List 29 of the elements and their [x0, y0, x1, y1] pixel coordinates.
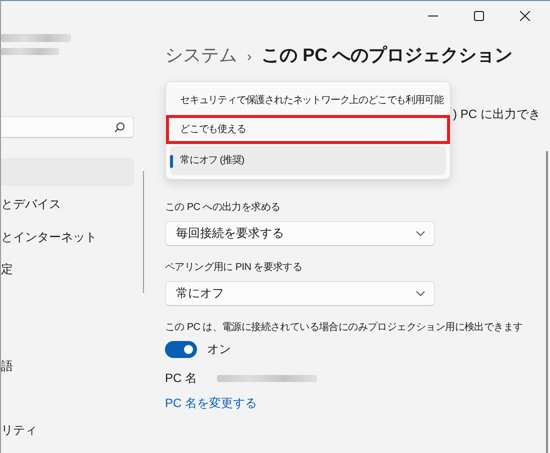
breadcrumb-parent[interactable]: システム	[165, 43, 237, 67]
setting-label: この PC は、電源に接続されている場合にのみプロジェクション用に検出できます	[165, 320, 524, 334]
menu-item[interactable]: 常にオフ (推奨)	[170, 146, 446, 175]
pc-name-label: PC 名	[165, 370, 198, 387]
nav-item[interactable]: 定	[1, 254, 134, 283]
toggle-state: オン	[207, 341, 231, 358]
nav-item[interactable]: 語	[1, 352, 134, 380]
breadcrumb-separator: ›	[247, 48, 252, 64]
menu-item[interactable]: どこでも使える	[170, 115, 446, 144]
nav-item[interactable]: とインターネット	[1, 222, 134, 251]
nav-item[interactable]: とデバイス	[1, 190, 134, 218]
rename-pc-link[interactable]: PC 名を変更する	[165, 395, 550, 412]
menu-item[interactable]: セキュリティで保護されたネットワーク上のどこでも利用可能	[170, 86, 446, 115]
setting-label: ) PC に出力でき	[453, 106, 540, 123]
blurred-text	[1, 48, 59, 55]
chevron-down-icon	[416, 231, 425, 236]
page-title: この PC へのプロジェクション	[262, 44, 513, 67]
setting-label: この PC への出力を求める	[165, 200, 282, 214]
close-icon[interactable]	[520, 11, 530, 21]
setting-label: ペアリング用に PIN を要求する	[165, 260, 304, 274]
search-icon	[114, 122, 125, 132]
search-field[interactable]	[1, 116, 134, 138]
toggle-switch[interactable]	[165, 341, 197, 358]
dropdown[interactable]: 毎回接続を要求する	[165, 221, 435, 246]
dropdown[interactable]: 常にオフ	[165, 281, 435, 306]
maximize-icon[interactable]	[474, 11, 484, 21]
blurred-text	[1, 34, 71, 42]
nav-item[interactable]: リティ	[1, 416, 134, 444]
chevron-down-icon	[416, 291, 425, 296]
